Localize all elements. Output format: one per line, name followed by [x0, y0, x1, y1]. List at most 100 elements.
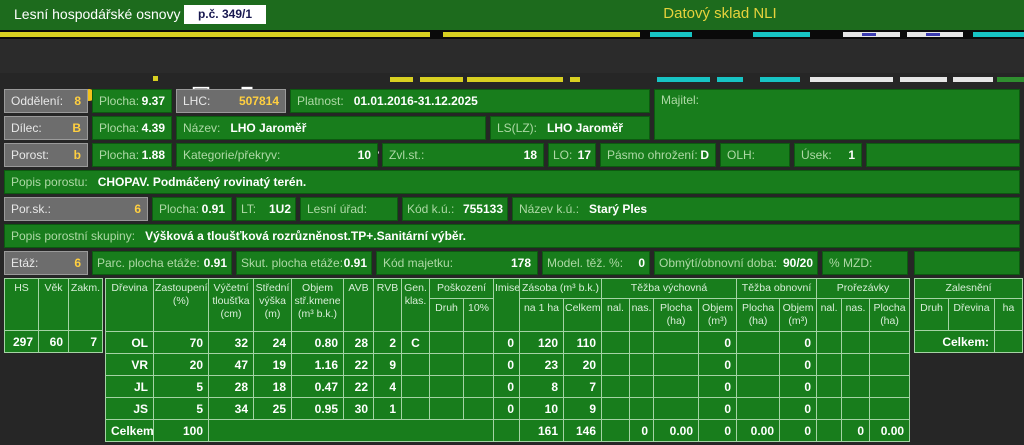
- cell: 146: [564, 420, 602, 442]
- cell: 28: [209, 376, 254, 398]
- page-title: Lesní hospodářské osnovy: [14, 6, 181, 22]
- field-label: Název k.ú.:: [519, 202, 579, 216]
- cell-drevina: JL: [106, 376, 154, 398]
- cell: 0.00: [870, 420, 910, 442]
- zalesneni-total-row: Celkem:: [915, 331, 1023, 353]
- species-table: Dřevina Zastoupení (%) Výčetní tloušťka …: [105, 278, 910, 442]
- field-parc-plocha: Parc. plocha etáže: 0.91: [92, 251, 232, 275]
- cell: 2: [374, 332, 402, 354]
- col-header-tv-objem: Objem (m³): [699, 299, 737, 332]
- cell: [402, 354, 430, 376]
- field-lslz: LS(LZ): LHO Jaroměř: [490, 116, 650, 140]
- cell: [817, 354, 842, 376]
- map-strip-segment: [657, 77, 710, 82]
- zakm-value: 7: [69, 331, 103, 353]
- cell: [842, 354, 870, 376]
- cell: [817, 398, 842, 420]
- cell: C: [402, 332, 430, 354]
- map-label-mark: [862, 33, 876, 36]
- cell: 5: [154, 376, 209, 398]
- field-label: Parc. plocha etáže:: [97, 256, 200, 270]
- field-nazev-ku: Název k.ú.: Starý Ples: [512, 197, 1020, 221]
- field-pasmo: Pásmo ohrožení: D: [600, 143, 716, 167]
- field-label: Název:: [183, 121, 220, 135]
- field-value: 6: [74, 256, 81, 270]
- map-label-mark: [926, 33, 940, 36]
- map-strip-segment: [997, 77, 1024, 82]
- field-value: 17: [578, 148, 591, 162]
- field-plocha-porost: Plocha: 1.88: [92, 143, 172, 167]
- group-header-prorezavky: Prořezávky: [817, 279, 910, 299]
- col-header-druh: Druh: [430, 299, 464, 332]
- row-porsk: Por.sk.: 6 Plocha: 0.91 LT: 1U2 Lesní úř…: [0, 197, 1024, 221]
- cell: [842, 376, 870, 398]
- field-olh: OLH:: [720, 143, 790, 167]
- cell: 0: [630, 420, 654, 442]
- field-label: Plocha:: [99, 148, 139, 162]
- cell-drevina: JS: [106, 398, 154, 420]
- cell: [402, 376, 430, 398]
- cell: 120: [520, 332, 564, 354]
- cell: 19: [254, 354, 292, 376]
- group-header-tezba-obnovni: Těžba obnovní: [737, 279, 817, 299]
- col-header-vycetni: Výčetní tloušťka (cm): [209, 279, 254, 332]
- field-value: LHO Jaroměř: [230, 121, 306, 135]
- field-value: 1.88: [142, 148, 165, 162]
- field-value: 6: [134, 202, 141, 216]
- field-popis-porostu: Popis porostu: CHOPAV. Podmáčený rovinat…: [4, 170, 1020, 194]
- zalesneni-total-value: [995, 331, 1023, 353]
- row-oddeleni: Oddělení: 8 Plocha: 9.37 LHC: 507814 Pla…: [0, 89, 1024, 113]
- field-value: D: [700, 148, 709, 162]
- cell: [602, 354, 630, 376]
- cell-drevina: OL: [106, 332, 154, 354]
- cell: [602, 376, 630, 398]
- col-header-pr-plocha: Plocha (ha): [870, 299, 910, 332]
- field-plocha-dilec: Plocha: 4.39: [92, 116, 172, 140]
- cell: 70: [154, 332, 209, 354]
- cell: [654, 332, 699, 354]
- cell: [870, 376, 910, 398]
- field-label: OLH:: [727, 148, 755, 162]
- map-strip-segment: [810, 77, 893, 82]
- col-header-pr-nal: nal.: [817, 299, 842, 332]
- field-value: 0.91: [202, 202, 225, 216]
- cell: [602, 332, 630, 354]
- field-value: b: [74, 148, 81, 162]
- cell: [817, 332, 842, 354]
- field-label: Dílec:: [11, 121, 42, 135]
- field-value: Starý Ples: [589, 202, 647, 216]
- row-popis-porostu: Popis porostu: CHOPAV. Podmáčený rovinat…: [0, 170, 1024, 194]
- field-dilec: Dílec: B: [4, 116, 88, 140]
- datastore-title: Datový sklad NLI: [640, 5, 800, 22]
- parcel-number-box[interactable]: p.č. 349/1: [184, 5, 266, 24]
- cell: 0: [494, 398, 520, 420]
- field-nazev: Název: LHO Jaroměř: [176, 116, 486, 140]
- cell: 161: [520, 420, 564, 442]
- field-value: CHOPAV. Podmáčený rovinatý terén.: [98, 175, 307, 189]
- cell: 0.95: [292, 398, 344, 420]
- map-strip-segment: [443, 32, 640, 37]
- field-label: Por.sk.:: [11, 202, 51, 216]
- field-lesni-urad: Lesní úřad:: [300, 197, 398, 221]
- col-header-10pct: 10%: [464, 299, 494, 332]
- col-header-tv-plocha: Plocha (ha): [654, 299, 699, 332]
- field-lo: LO: 17: [548, 143, 596, 167]
- field-porsk: Por.sk.: 6: [4, 197, 148, 221]
- field-plocha-porsk: Plocha: 0.91: [152, 197, 232, 221]
- field-label: LO:: [553, 148, 572, 162]
- species-row: JL 5 28 18 0.47 22 4 0 8 7 0 0: [106, 376, 910, 398]
- cell: 1: [374, 398, 402, 420]
- field-mzd: % MZD:: [822, 251, 908, 275]
- cell: 20: [154, 354, 209, 376]
- cell: [654, 398, 699, 420]
- cell: [464, 398, 494, 420]
- group-header-zalesneni: Zalesnění: [915, 279, 1023, 299]
- cell: [737, 376, 780, 398]
- map-strip-segment: [0, 32, 430, 37]
- cell: 20: [564, 354, 602, 376]
- cell: [870, 354, 910, 376]
- species-row: JS 5 34 25 0.95 30 1 0 10 9 0 0: [106, 398, 910, 420]
- field-value: 1U2: [269, 202, 291, 216]
- cell: [737, 398, 780, 420]
- cell: 0: [699, 354, 737, 376]
